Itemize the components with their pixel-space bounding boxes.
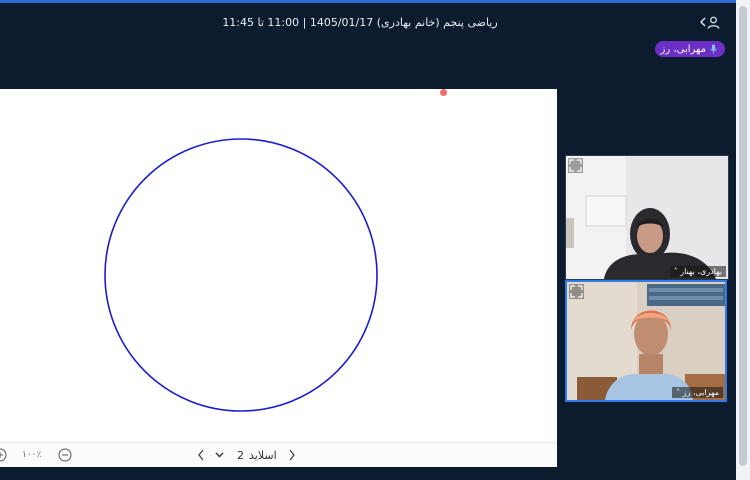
zoom-in-button[interactable] — [0, 447, 7, 463]
zoom-in-icon — [0, 448, 7, 462]
user-menu-button[interactable] — [698, 14, 720, 30]
zoom-out-icon — [58, 448, 72, 462]
chevron-left-icon — [198, 449, 204, 461]
slide-indicator: اسلاید 2 — [237, 447, 277, 463]
participant-name-tag: بهادری، بهنار ˄ — [669, 266, 726, 277]
participant-video — [567, 282, 725, 400]
user-icon — [707, 16, 720, 29]
slide-label: اسلاید — [249, 448, 277, 462]
zoom-level: ١٠٠٪ — [22, 450, 42, 460]
top-accent-line — [0, 0, 750, 3]
slide-number: 2 — [237, 448, 244, 462]
expand-icon[interactable] — [569, 284, 584, 299]
drawn-circle — [104, 138, 378, 412]
zoom-out-button[interactable] — [58, 447, 72, 463]
laser-pointer — [440, 89, 447, 96]
active-speaker-badge: مهرابی، رز — [654, 41, 725, 57]
slide-toolbar: ١٠٠٪ اسلاید 2 — [0, 442, 557, 467]
previous-slide-button[interactable] — [288, 447, 296, 463]
slide-dropdown-button[interactable] — [215, 447, 224, 463]
participant-name-tag: مهرابی، رز ˄ — [672, 387, 723, 398]
active-speaker-name: مهرابی، رز — [660, 43, 706, 55]
next-slide-button[interactable] — [197, 447, 205, 463]
whiteboard-canvas[interactable]: ١٠٠٪ اسلاید 2 — [0, 89, 557, 467]
participant-video-tile[interactable]: بهادری، بهنار ˄ — [565, 155, 729, 280]
participant-name: بهادری، بهنار — [680, 267, 722, 276]
chevron-right-icon — [289, 449, 295, 461]
chevron-left-icon — [700, 17, 706, 27]
expand-icon[interactable] — [568, 158, 583, 173]
scrollbar-thumb[interactable] — [739, 6, 747, 466]
session-title: ریاضی پنجم (خانم بهادری) 1405/01/17 | 11… — [222, 16, 498, 29]
chevron-down-icon — [215, 452, 224, 458]
microphone-icon — [710, 44, 717, 54]
chevron-up-icon: ˄ — [676, 388, 681, 397]
participant-video — [566, 156, 728, 279]
active-participant-video-tile[interactable]: مهرابی، رز ˄ — [565, 280, 727, 402]
chevron-up-icon: ˄ — [673, 267, 678, 276]
page-scrollbar[interactable] — [736, 0, 750, 480]
participant-name: مهرابی، رز — [682, 388, 719, 397]
